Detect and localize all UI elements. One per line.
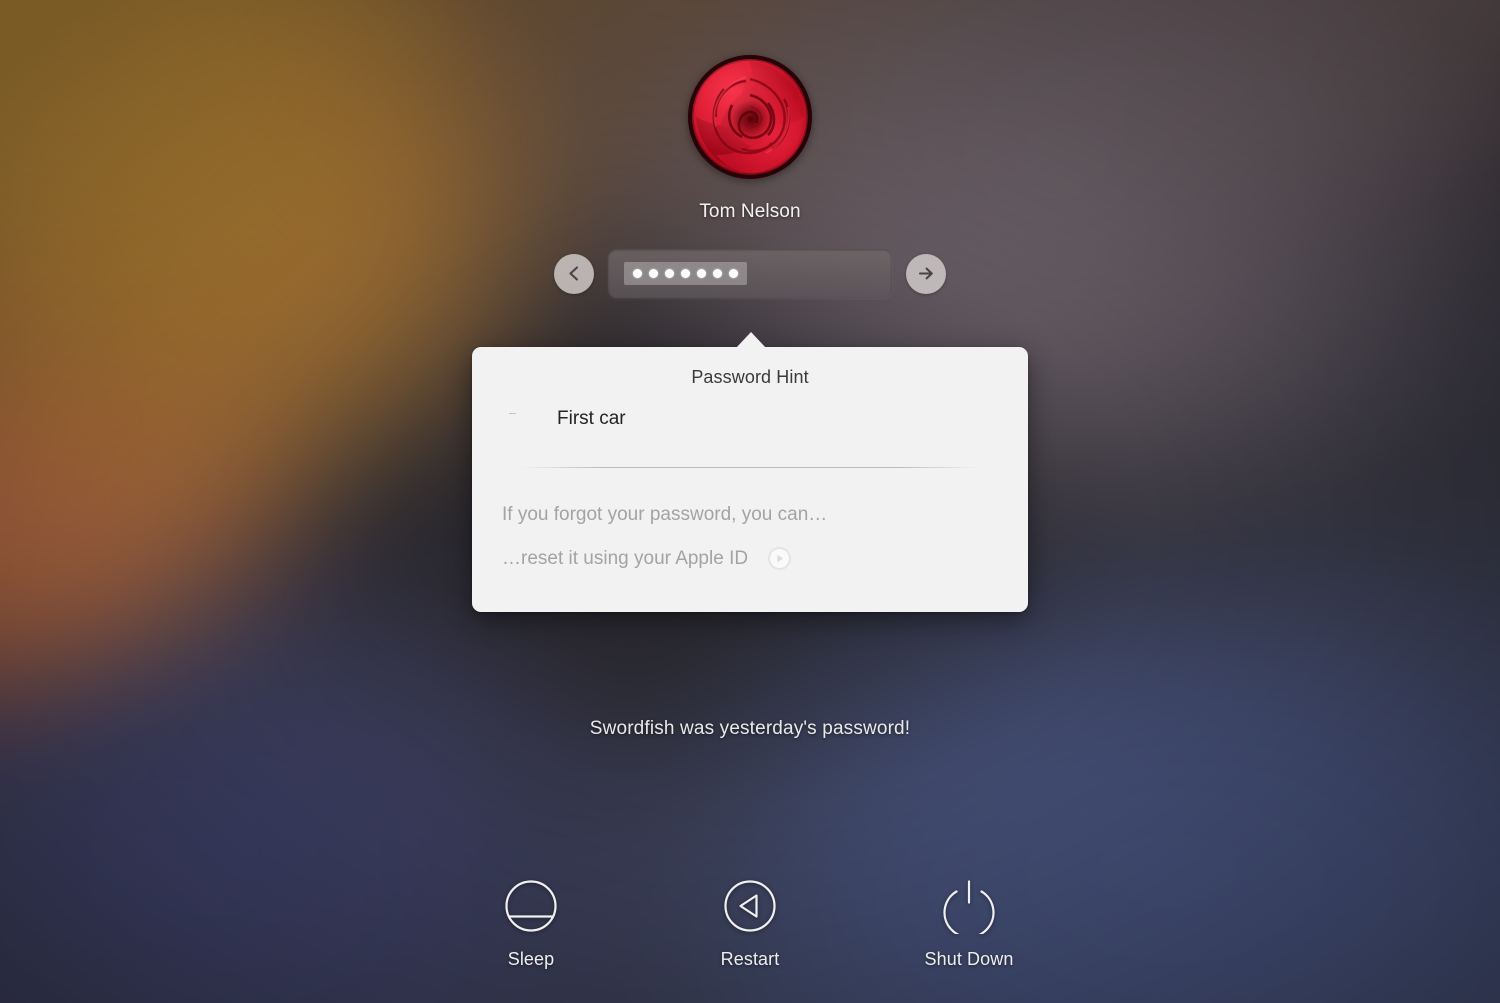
- sleep-icon: [505, 880, 557, 932]
- arrow-right-icon: [918, 267, 933, 280]
- forward-button[interactable]: [906, 253, 946, 294]
- password-dot: [697, 269, 706, 278]
- power-icon: [943, 880, 995, 934]
- password-dots-selection: [624, 262, 747, 285]
- sleep-label: Sleep: [507, 949, 555, 969]
- red-rose-avatar-icon: [688, 55, 812, 179]
- avatar-wrapper: [688, 55, 812, 179]
- back-button[interactable]: [554, 253, 594, 294]
- popover-tick-mark: [509, 413, 516, 414]
- restart-icon: [724, 880, 776, 932]
- login-screen: Tom Nelson Password Hint First car If yo…: [0, 0, 1500, 1003]
- shut-down-button[interactable]: Shut Down: [909, 874, 1029, 970]
- password-dot: [713, 269, 722, 278]
- power-options-row: Sleep Restart Shut Down: [0, 874, 1500, 970]
- popover-tail: [736, 332, 766, 348]
- password-dot: [633, 269, 642, 278]
- forgot-password-line: If you forgot your password, you can…: [502, 504, 828, 525]
- status-message: Swordfish was yesterday's password!: [589, 718, 911, 739]
- password-row: [554, 249, 946, 298]
- sleep-button[interactable]: Sleep: [471, 874, 591, 970]
- reset-with-apple-id-row[interactable]: …reset it using your Apple ID: [502, 547, 792, 570]
- shut-down-label: Shut Down: [924, 949, 1014, 969]
- user-name: Tom Nelson: [699, 201, 801, 222]
- reset-go-button[interactable]: [768, 547, 792, 570]
- restart-label: Restart: [720, 949, 780, 969]
- power-icon-wrap: [941, 874, 997, 938]
- password-hint-popover: Password Hint First car If you forgot yo…: [472, 332, 1028, 612]
- reset-with-apple-id-label: …reset it using your Apple ID: [502, 547, 749, 569]
- popover-title: Password Hint: [691, 367, 809, 387]
- restart-icon-wrap: [722, 874, 778, 938]
- sleep-icon-wrap: [503, 874, 559, 938]
- password-dot: [729, 269, 738, 278]
- play-circle-icon: [770, 549, 790, 568]
- avatar[interactable]: [688, 55, 812, 179]
- password-dot: [665, 269, 674, 278]
- password-hint-text: First car: [557, 408, 626, 429]
- password-dot: [649, 269, 658, 278]
- chevron-left-icon: [568, 266, 578, 281]
- login-stack: Tom Nelson: [0, 0, 1500, 298]
- password-dot: [681, 269, 690, 278]
- popover-divider: [520, 467, 980, 468]
- password-input[interactable]: [608, 249, 892, 298]
- restart-button[interactable]: Restart: [690, 874, 810, 970]
